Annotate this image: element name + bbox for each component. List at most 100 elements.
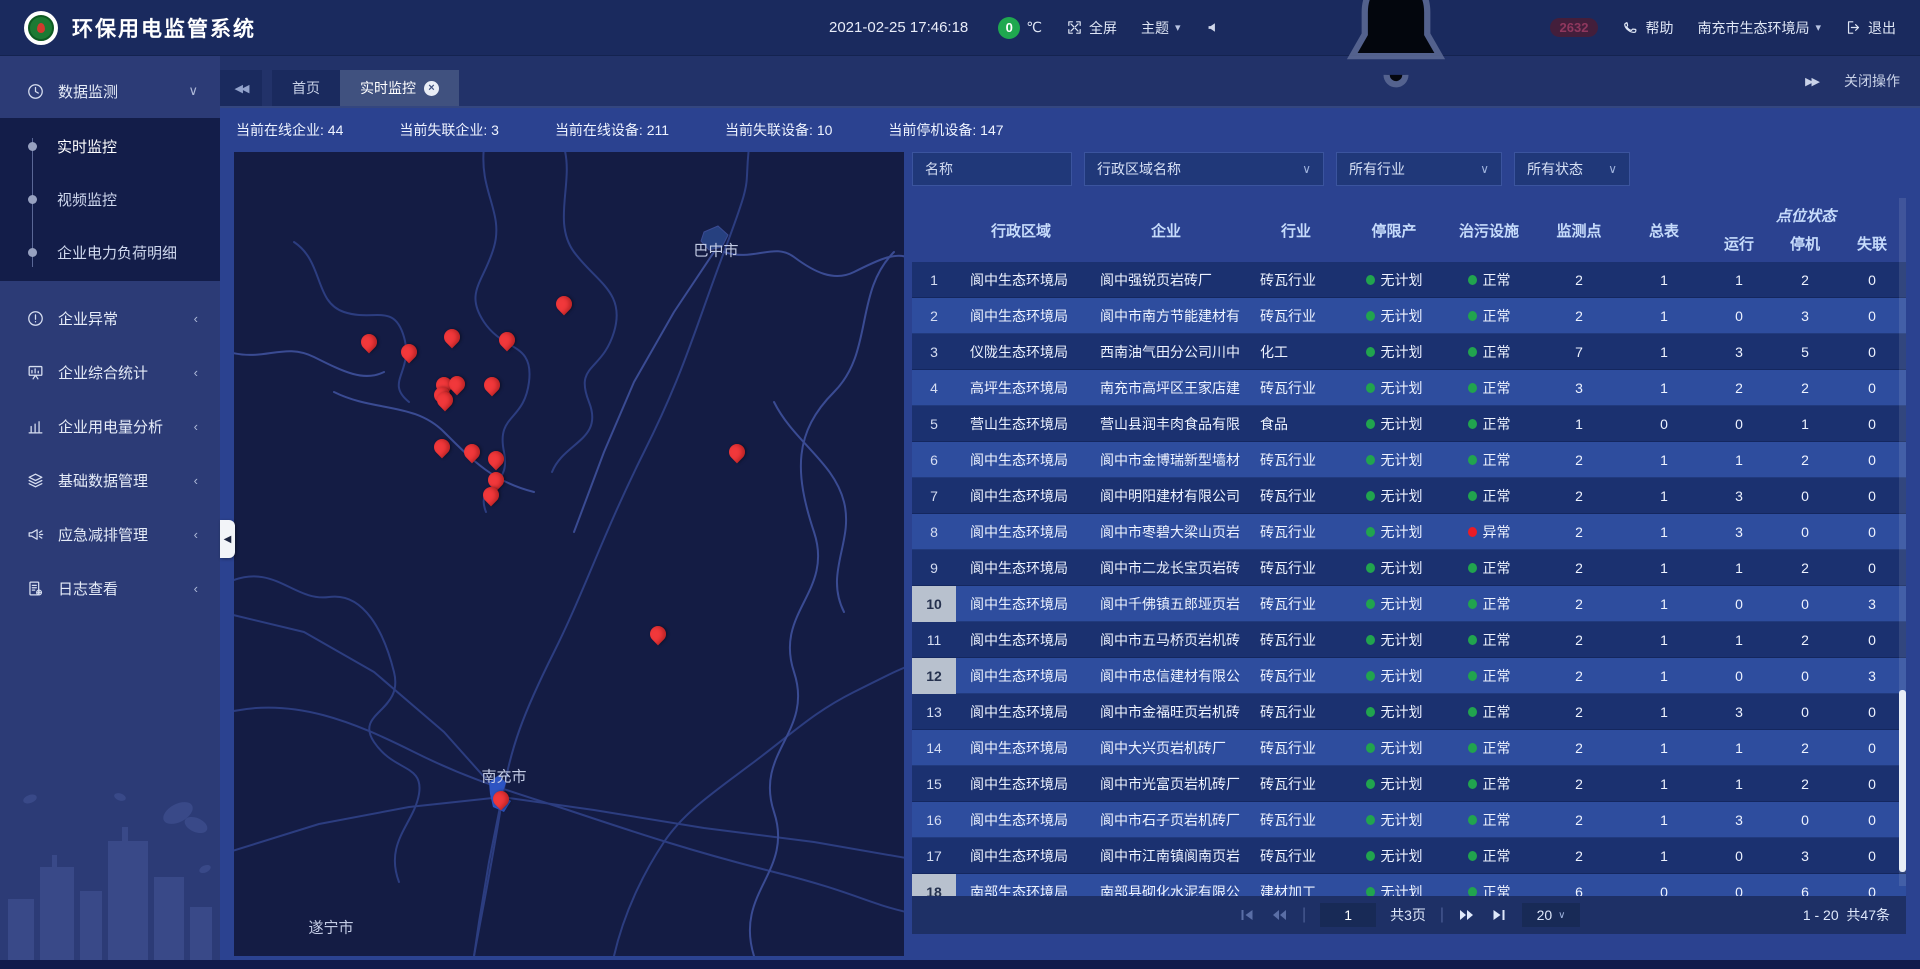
map-collapse-handle[interactable]: ◀ xyxy=(220,520,235,558)
table-row[interactable]: 17阆中生态环境局阆中市江南镇阆南页岩砖瓦行业无计划正常21030 xyxy=(912,838,1906,874)
sidebar-item-企业异常[interactable]: 企业异常‹ xyxy=(0,291,220,345)
sidebar-subitem-视频监控[interactable]: 视频监控 xyxy=(0,173,220,226)
row-index: 7 xyxy=(912,478,956,514)
sidebar-item-企业综合统计[interactable]: 企业综合统计‹ xyxy=(0,345,220,399)
cell-disconnected: 0 xyxy=(1838,812,1906,828)
table-row[interactable]: 11阆中生态环境局阆中市五马桥页岩机砖砖瓦行业无计划正常21120 xyxy=(912,622,1906,658)
logout-button[interactable]: 退出 xyxy=(1845,18,1896,38)
cell-production: 无计划 xyxy=(1346,666,1442,686)
sidebar-item-label: 企业用电量分析 xyxy=(58,416,194,437)
last-page-button[interactable] xyxy=(1490,906,1508,924)
table-row[interactable]: 6阆中生态环境局阆中市金博瑞新型墙材砖瓦行业无计划正常21120 xyxy=(912,442,1906,478)
separator: | xyxy=(1440,906,1444,924)
table-scrollbar-thumb[interactable] xyxy=(1899,690,1906,872)
next-page-button[interactable] xyxy=(1458,906,1476,924)
col-disconnected: 失联 xyxy=(1838,233,1906,254)
facility-status-label: 正常 xyxy=(1483,702,1511,722)
col-monitor: 监测点 xyxy=(1536,220,1622,241)
page-number-input[interactable] xyxy=(1320,903,1376,927)
table-row[interactable]: 13阆中生态环境局阆中市金福旺页岩机砖砖瓦行业无计划正常21300 xyxy=(912,694,1906,730)
facility-status-label: 正常 xyxy=(1483,594,1511,614)
table-row[interactable]: 5营山生态环境局营山县润丰肉食品有限食品无计划正常10010 xyxy=(912,406,1906,442)
table-scrollbar-track[interactable] xyxy=(1899,198,1906,886)
status-dot-green xyxy=(1468,779,1477,789)
cell-stopped: 0 xyxy=(1772,704,1838,720)
tabs-scroll-left-button[interactable]: ◀◀ xyxy=(220,70,262,106)
production-status-label: 无计划 xyxy=(1381,522,1423,542)
cell-industry: 砖瓦行业 xyxy=(1246,558,1346,578)
org-dropdown[interactable]: 南充市生态环境局▾ xyxy=(1697,18,1821,38)
sidebar-subitem-实时监控[interactable]: 实时监控 xyxy=(0,120,220,173)
table-row[interactable]: 1阆中生态环境局阆中强锐页岩砖厂砖瓦行业无计划正常21120 xyxy=(912,262,1906,298)
chevron-down-icon: ∨ xyxy=(1608,162,1617,176)
sidebar-item-数据监测[interactable]: 数据监测∨ xyxy=(0,64,220,118)
cell-disconnected: 0 xyxy=(1838,524,1906,540)
status-dot-green xyxy=(1468,635,1477,645)
table-row[interactable]: 14阆中生态环境局阆中大兴页岩机砖厂砖瓦行业无计划正常21120 xyxy=(912,730,1906,766)
status-select[interactable]: 所有状态∨ xyxy=(1514,152,1630,186)
sidebar-item-label: 企业综合统计 xyxy=(58,362,194,383)
tab-首页[interactable]: 首页 xyxy=(272,70,340,106)
table-row[interactable]: 9阆中生态环境局阆中市二龙长宝页岩砖砖瓦行业无计划正常21120 xyxy=(912,550,1906,586)
prev-page-button[interactable] xyxy=(1270,906,1288,924)
stats-board-icon xyxy=(26,363,45,382)
table-row[interactable]: 18南部生态环境局南部县砌化水泥有限公建材加工无计划正常60060 xyxy=(912,874,1906,896)
cell-stopped: 6 xyxy=(1772,884,1838,896)
cell-region: 阆中生态环境局 xyxy=(956,630,1086,650)
table-row[interactable]: 8阆中生态环境局阆中市枣碧大梁山页岩砖瓦行业无计划异常21300 xyxy=(912,514,1906,550)
cell-disconnected: 0 xyxy=(1838,344,1906,360)
table-row[interactable]: 15阆中生态环境局阆中市光富页岩机砖厂砖瓦行业无计划正常21120 xyxy=(912,766,1906,802)
table-row[interactable]: 4高坪生态环境局南充市高坪区王家店建砖瓦行业无计划正常31220 xyxy=(912,370,1906,406)
cell-monitor-points: 2 xyxy=(1536,452,1622,468)
cell-running: 1 xyxy=(1706,452,1772,468)
cell-total-meter: 1 xyxy=(1622,632,1706,648)
cell-facility: 异常 xyxy=(1442,522,1536,542)
sidebar-item-日志查看[interactable]: 日志查看‹ xyxy=(0,561,220,615)
tabs-scroll-right-button[interactable]: ▶▶ xyxy=(1805,75,1818,88)
cell-running: 3 xyxy=(1706,488,1772,504)
row-index: 9 xyxy=(912,550,956,586)
table-row[interactable]: 10阆中生态环境局阆中千佛镇五郎垭页岩砖瓦行业无计划正常21003 xyxy=(912,586,1906,622)
speaker-button[interactable] xyxy=(1205,19,1222,36)
sidebar-subitem-企业电力负荷明细[interactable]: 企业电力负荷明细 xyxy=(0,226,220,279)
cell-total-meter: 1 xyxy=(1622,812,1706,828)
tab-实时监控[interactable]: 实时监控× xyxy=(340,70,459,106)
sidebar-item-应急减排管理[interactable]: 应急减排管理‹ xyxy=(0,507,220,561)
table-header: 行政区域 企业 行业 停限产 治污设施 监测点 总表 点位状态 运行 停机 失联 xyxy=(912,198,1906,262)
help-button[interactable]: 帮助 xyxy=(1622,18,1673,38)
cell-company: 阆中千佛镇五郎垭页岩 xyxy=(1086,594,1246,614)
status-dot-green xyxy=(1366,635,1375,645)
phone-icon xyxy=(1622,19,1639,36)
region-select[interactable]: 行政区域名称∨ xyxy=(1084,152,1324,186)
temperature-badge: 0 xyxy=(998,17,1020,39)
cell-production: 无计划 xyxy=(1346,378,1442,398)
first-page-button[interactable] xyxy=(1238,906,1256,924)
page-size-select[interactable]: 20∨ xyxy=(1522,903,1580,927)
cell-industry: 建材加工 xyxy=(1246,882,1346,896)
status-dot-green xyxy=(1366,491,1375,501)
close-operations-button[interactable]: 关闭操作 xyxy=(1844,71,1900,91)
table-row[interactable]: 7阆中生态环境局阆中明阳建材有限公司砖瓦行业无计划正常21300 xyxy=(912,478,1906,514)
table-row[interactable]: 12阆中生态环境局阆中市忠信建材有限公砖瓦行业无计划正常21003 xyxy=(912,658,1906,694)
name-search-input[interactable] xyxy=(912,152,1072,186)
cell-facility: 正常 xyxy=(1442,306,1536,326)
fullscreen-button[interactable]: 全屏 xyxy=(1066,18,1117,38)
theme-dropdown[interactable]: 主题▾ xyxy=(1141,18,1181,38)
status-dot-green xyxy=(1366,887,1375,896)
table-row[interactable]: 2阆中生态环境局阆中市南方节能建材有砖瓦行业无计划正常21030 xyxy=(912,298,1906,334)
cell-stopped: 3 xyxy=(1772,848,1838,864)
sidebar-item-基础数据管理[interactable]: 基础数据管理‹ xyxy=(0,453,220,507)
table-row[interactable]: 16阆中生态环境局阆中市石子页岩机砖厂砖瓦行业无计划正常21300 xyxy=(912,802,1906,838)
industry-select[interactable]: 所有行业∨ xyxy=(1336,152,1502,186)
cell-facility: 正常 xyxy=(1442,810,1536,830)
cell-industry: 砖瓦行业 xyxy=(1246,306,1346,326)
table-row[interactable]: 3仪陇生态环境局西南油气田分公司川中化工无计划正常71350 xyxy=(912,334,1906,370)
cell-region: 阆中生态环境局 xyxy=(956,450,1086,470)
notifications-button[interactable]: 2632 xyxy=(1246,0,1599,103)
cell-production: 无计划 xyxy=(1346,450,1442,470)
cell-industry: 砖瓦行业 xyxy=(1246,810,1346,830)
sidebar-item-企业用电量分析[interactable]: 企业用电量分析‹ xyxy=(0,399,220,453)
cell-running: 0 xyxy=(1706,848,1772,864)
map-panel[interactable]: 巴中市南充市遂宁市 xyxy=(234,152,904,956)
tab-close-icon[interactable]: × xyxy=(424,81,439,96)
